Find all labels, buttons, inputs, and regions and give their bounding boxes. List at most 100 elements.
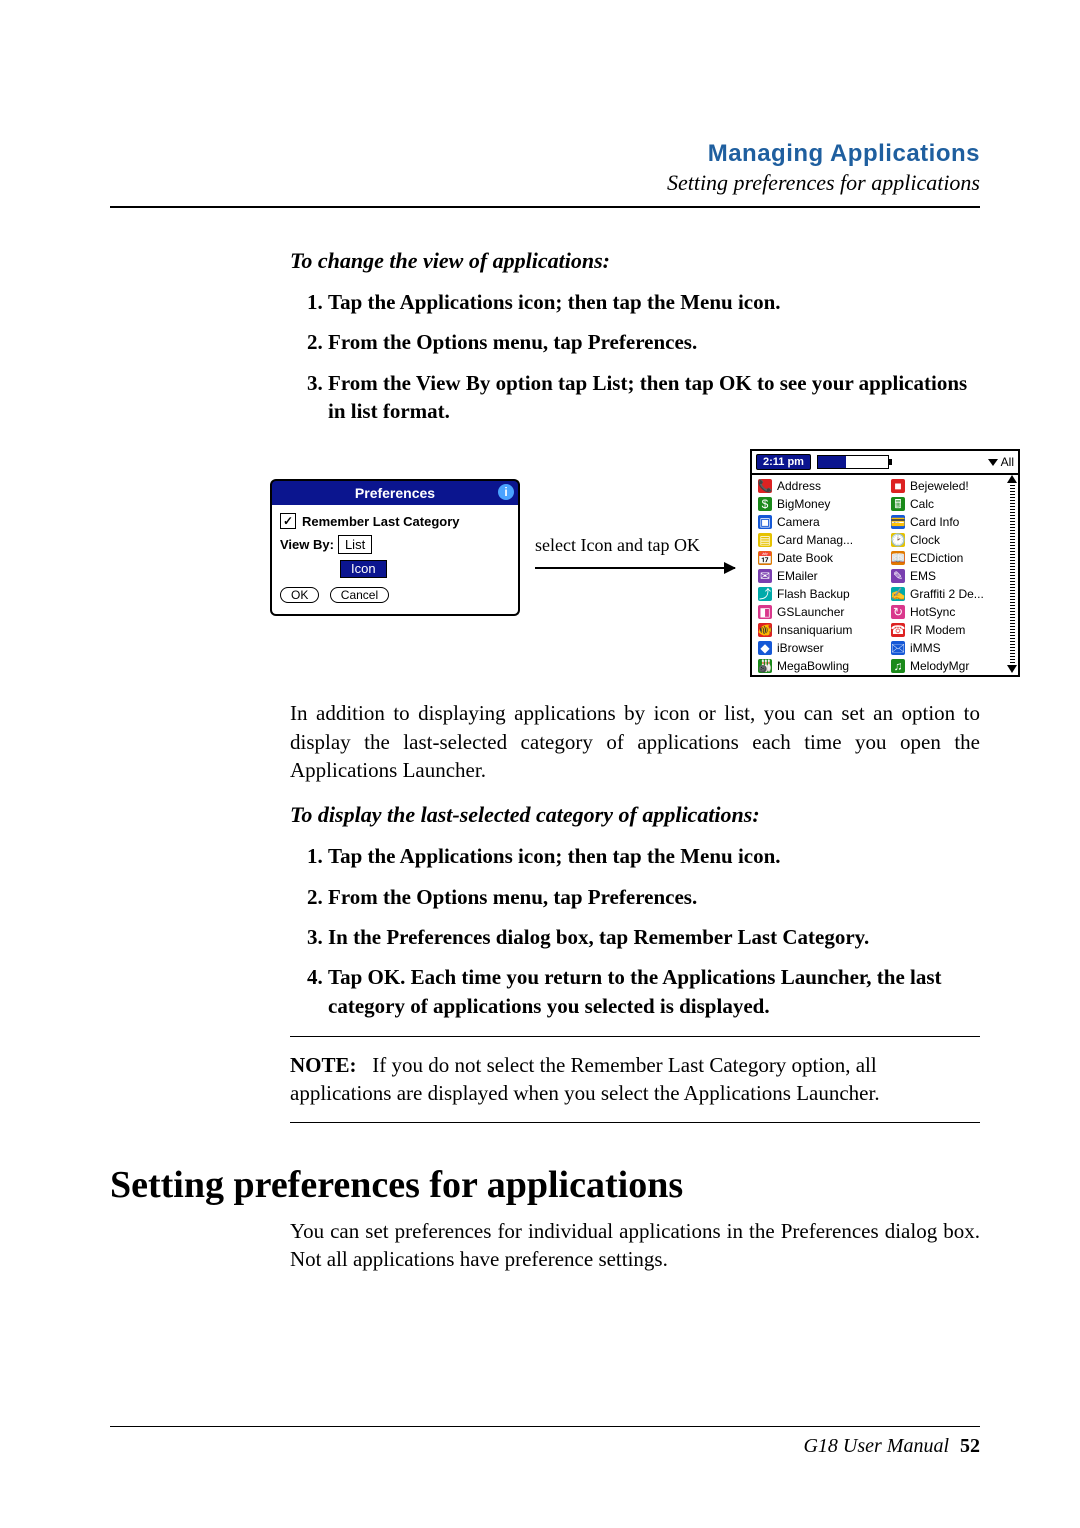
list-item-label: Camera	[777, 513, 820, 531]
figure: Preferences i ✓ Remember Last Category V…	[290, 449, 980, 679]
list-item-label: Clock	[910, 531, 940, 549]
list-item[interactable]: ▤ Card Manag...	[758, 531, 881, 549]
preferences-titlebar: Preferences i	[270, 479, 520, 505]
list-item[interactable]: 🕑 Clock	[891, 531, 1014, 549]
list-item[interactable]: 📖 ECDiction	[891, 549, 1014, 567]
procedure1-steps: Tap the Applications icon; then tap the …	[290, 288, 980, 425]
list-item-label: Address	[777, 477, 821, 495]
imms-icon: 🖂	[891, 641, 905, 655]
scroll-down-icon[interactable]	[1007, 665, 1017, 673]
remember-last-category-checkbox[interactable]: ✓	[280, 513, 296, 529]
view-by-select[interactable]: List	[338, 535, 372, 554]
scrollbar[interactable]	[1008, 475, 1016, 673]
list-item[interactable]: 🖩 Calc	[891, 495, 1014, 513]
calc-icon: 🖩	[891, 497, 905, 511]
list-item[interactable]: ✎EMS	[891, 567, 1014, 585]
fish-icon: 🐠	[758, 623, 772, 637]
hotsync-icon: ↻	[891, 605, 905, 619]
list-item[interactable]: 🖂 iMMS	[891, 639, 1014, 657]
dollar-icon: $	[758, 497, 772, 511]
figure-caption: select Icon and tap OK	[535, 535, 700, 556]
modem-icon: ☎	[891, 623, 905, 637]
list-item-label: EMailer	[777, 567, 818, 585]
list-item-label: Card Manag...	[777, 531, 853, 549]
info-icon[interactable]: i	[498, 484, 514, 500]
list-item[interactable]: $ BigMoney	[758, 495, 881, 513]
procedure2-step: Tap OK. Each time you return to the Appl…	[328, 963, 980, 1020]
view-by-option-highlight[interactable]: Icon	[340, 560, 387, 578]
list-item[interactable]: ■ Bejeweled!	[891, 477, 1014, 495]
list-item-label: iBrowser	[777, 639, 824, 657]
list-item-label: HotSync	[910, 603, 955, 621]
mail-icon: ✉	[758, 569, 772, 583]
procedure1-title: To change the view of applications:	[290, 248, 980, 274]
list-item[interactable]: ⤴Flash Backup	[758, 585, 881, 603]
dict-icon: 📖	[891, 551, 905, 565]
list-item-label: EMS	[910, 567, 936, 585]
list-item-label: GSLauncher	[777, 603, 844, 621]
launcher-column-right: ■ Bejeweled! 🖩 Calc 💳 Card Info 🕑 Clock 📖 ECDicti…	[885, 473, 1018, 675]
app-launcher: 2:11 pm All 📞 Address $ BigMoney▣Camera ▤ Car…	[750, 449, 1020, 677]
list-item-label: Calc	[910, 495, 934, 513]
list-item[interactable]: ↻ HotSync	[891, 603, 1014, 621]
chapter-subtitle: Setting preferences for applications	[110, 170, 980, 196]
list-item[interactable]: ◧ GSLauncher	[758, 603, 881, 621]
procedure1-step: From the View By option tap List; then t…	[328, 369, 980, 426]
note-box: NOTE: If you do not select the Remember …	[290, 1036, 980, 1123]
list-item-label: MelodyMgr	[910, 657, 969, 675]
list-item[interactable]: 💳 Card Info	[891, 513, 1014, 531]
list-item-label: Date Book	[777, 549, 833, 567]
remember-last-category-label: Remember Last Category	[302, 514, 460, 529]
procedure2-steps: Tap the Applications icon; then tap the …	[290, 842, 980, 1020]
browser-icon: ◆	[758, 641, 772, 655]
scroll-up-icon[interactable]	[1007, 475, 1017, 483]
list-item[interactable]: ◆ iBrowser	[758, 639, 881, 657]
list-item-label: Insaniquarium	[777, 621, 852, 639]
backup-icon: ⤴	[758, 587, 772, 601]
cancel-button[interactable]: Cancel	[330, 587, 389, 603]
list-item[interactable]: ☎ IR Modem	[891, 621, 1014, 639]
chapter-title: Managing Applications	[110, 140, 980, 168]
list-item-label: IR Modem	[910, 621, 965, 639]
phone-icon: 📞	[758, 479, 772, 493]
list-item-label: MegaBowling	[777, 657, 849, 675]
page-number: 52	[960, 1435, 980, 1457]
list-item-label: Card Info	[910, 513, 959, 531]
list-item[interactable]: 🐠 Insaniquarium	[758, 621, 881, 639]
gem-icon: ■	[891, 479, 905, 493]
launcher-icon: ◧	[758, 605, 772, 619]
section-heading: Setting preferences for applications	[110, 1163, 980, 1207]
time-badge[interactable]: 2:11 pm	[756, 454, 811, 470]
chevron-down-icon	[988, 459, 998, 466]
category-picker[interactable]: All	[988, 455, 1014, 469]
list-item-label: ECDiction	[910, 549, 963, 567]
list-item[interactable]: ♫ MelodyMgr	[891, 657, 1014, 675]
list-item-label: iMMS	[910, 639, 941, 657]
procedure2-step: In the Preferences dialog box, tap Remem…	[328, 923, 980, 951]
melody-icon: ♫	[891, 659, 905, 673]
list-item[interactable]: 🎳 MegaBowling	[758, 657, 881, 675]
procedure1-step: Tap the Applications icon; then tap the …	[328, 288, 980, 316]
bowling-icon: 🎳	[758, 659, 772, 673]
list-item[interactable]: 📞 Address	[758, 477, 881, 495]
scroll-track[interactable]	[1010, 485, 1015, 663]
clock-icon: 🕑	[891, 533, 905, 547]
list-item[interactable]: ▣Camera	[758, 513, 881, 531]
preferences-dialog: Preferences i ✓ Remember Last Category V…	[270, 479, 520, 616]
list-item-label: Bejeweled!	[910, 477, 969, 495]
list-item[interactable]: ✍Graffiti 2 De...	[891, 585, 1014, 603]
ok-button[interactable]: OK	[280, 587, 319, 603]
list-item[interactable]: ✉ EMailer	[758, 567, 881, 585]
list-item-label: Graffiti 2 De...	[910, 585, 984, 603]
card-icon: 💳	[891, 515, 905, 529]
calendar-icon: 📅	[758, 551, 772, 565]
note-text: If you do not select the Remember Last C…	[290, 1053, 880, 1105]
battery-icon	[817, 455, 889, 469]
header-rule	[110, 206, 980, 208]
preferences-title: Preferences	[355, 485, 435, 501]
section-paragraph: You can set preferences for individual a…	[290, 1217, 980, 1274]
list-item[interactable]: 📅 Date Book	[758, 549, 881, 567]
list-item-label: BigMoney	[777, 495, 830, 513]
note-label: NOTE:	[290, 1053, 357, 1077]
sdcard-icon: ▤	[758, 533, 772, 547]
